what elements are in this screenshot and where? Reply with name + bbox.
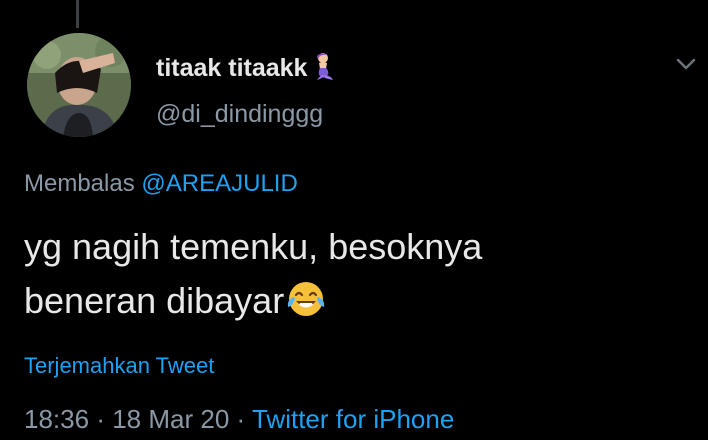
reply-mention-link[interactable]: @AREAJULID [141, 170, 297, 197]
tweet-menu-button[interactable] [674, 52, 698, 76]
tweet-time[interactable]: 18:36 [24, 404, 89, 434]
tweet-text-line: yg nagih temenku, besoknya [24, 226, 483, 267]
chevron-down-icon [676, 58, 696, 70]
meta-separator: · [96, 404, 105, 434]
reply-prefix: Membalas [24, 170, 135, 197]
mermaid-emoji-icon [311, 52, 337, 89]
display-name-text: titaak titaakk [156, 54, 308, 82]
thread-connector-line [76, 0, 79, 28]
tweet-text-line: beneran dibayar [24, 274, 684, 334]
meta-separator: · [236, 404, 246, 434]
tweet-metadata: 18:36 · 18 Mar 20 · Twitter for iPhone [24, 404, 454, 435]
tweet-text: yg nagih temenku, besoknya beneran dibay… [24, 220, 684, 334]
reply-context: Membalas @AREAJULID [24, 170, 298, 198]
avatar[interactable] [27, 33, 131, 137]
tweet-text-fragment: beneran dibayar [24, 280, 285, 321]
tweet-source-link[interactable]: Twitter for iPhone [252, 404, 454, 434]
tweet-date[interactable]: 18 Mar 20 [112, 404, 229, 434]
face-with-tears-of-joy-icon [286, 279, 326, 334]
user-handle[interactable]: @di_dindinggg [156, 100, 323, 129]
translate-tweet-link[interactable]: Terjemahkan Tweet [24, 353, 214, 379]
display-name[interactable]: titaak titaakk [156, 52, 337, 89]
